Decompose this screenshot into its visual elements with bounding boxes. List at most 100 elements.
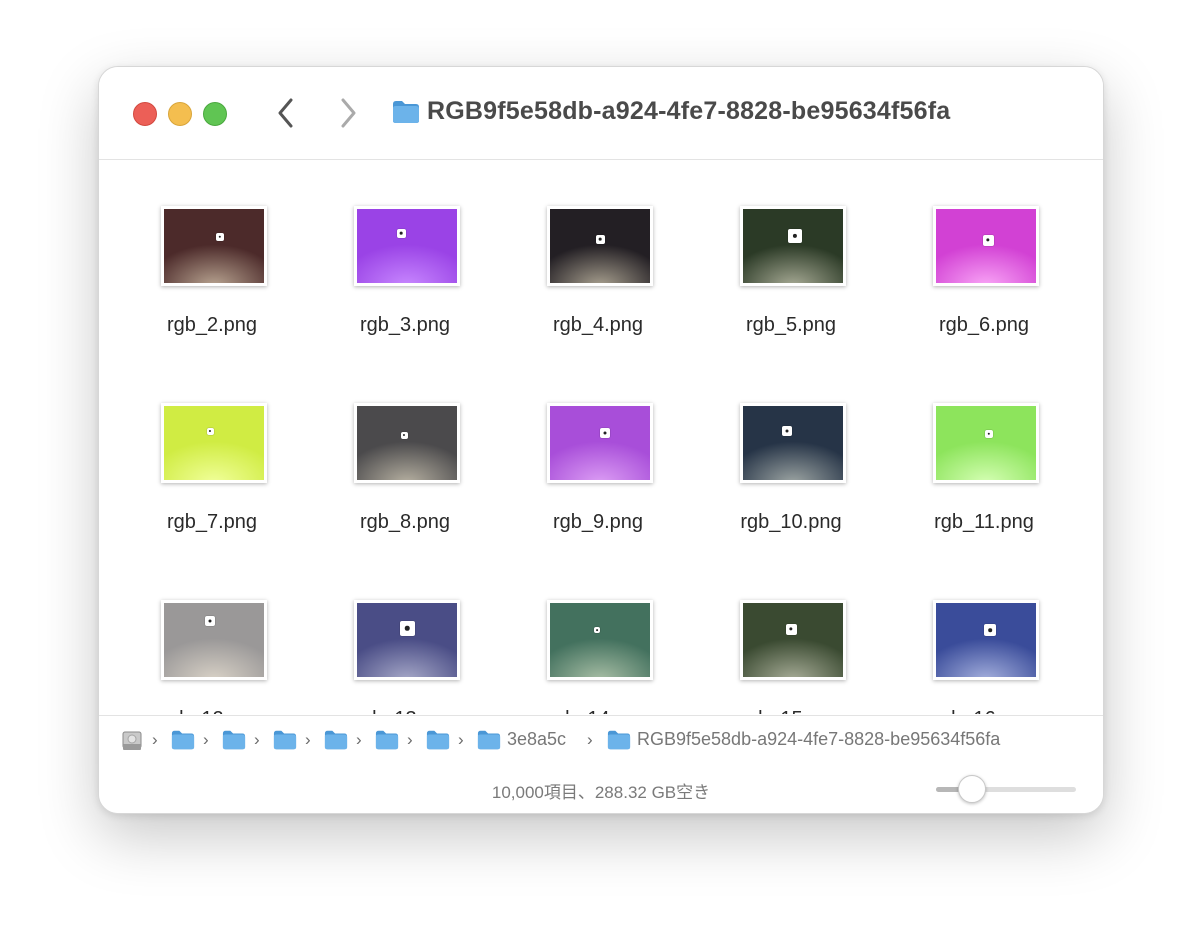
file-name: rgb_12.png: [117, 708, 307, 714]
dice-icon: [400, 431, 408, 439]
path-item[interactable]: [324, 729, 348, 753]
file-thumbnail: [740, 206, 846, 286]
file-item[interactable]: rgb_7.png: [117, 367, 307, 564]
close-button[interactable]: [133, 102, 157, 126]
path-separator-icon: ›: [587, 730, 593, 749]
file-item[interactable]: rgb_2.png: [117, 170, 307, 367]
file-item[interactable]: rgb_13.png: [310, 564, 500, 714]
dice-icon: [595, 234, 605, 244]
path-item[interactable]: RGB9f5e58db-a924-4fe7-8828-be95634f56fa: [607, 729, 1000, 753]
file-thumbnail: [354, 600, 460, 680]
path-item[interactable]: [375, 729, 399, 753]
documents-folder-icon: [273, 729, 297, 751]
folder-icon: [607, 729, 631, 751]
path-item[interactable]: [426, 729, 450, 753]
file-name: rgb_3.png: [359, 314, 451, 336]
dice-icon: [205, 616, 215, 626]
file-thumbnail: [933, 600, 1039, 680]
file-thumbnail: [740, 403, 846, 483]
file-name: rgb_13.png: [310, 708, 500, 714]
slider-knob[interactable]: [958, 775, 986, 803]
path-item-label: 3e8a5c: [507, 729, 567, 749]
dice-icon: [594, 627, 600, 633]
file-item[interactable]: rgb_16.png: [889, 564, 1079, 714]
file-thumbnail: [161, 600, 267, 680]
file-name: rgb_7.png: [166, 511, 258, 533]
file-thumbnail: [933, 403, 1039, 483]
folder-icon: [426, 729, 450, 751]
folder-icon: [375, 729, 399, 751]
dice-icon: [216, 233, 224, 241]
file-name: rgb_14.png: [503, 708, 693, 714]
dice-icon: [785, 623, 797, 635]
path-item[interactable]: [171, 729, 195, 753]
dice-icon: [206, 427, 214, 435]
file-thumbnail: [547, 600, 653, 680]
home-folder-icon: [222, 729, 246, 751]
file-grid[interactable]: rgb_2.png rgb_3.png rgb_4.png rgb_5.png rgb_…: [99, 160, 1103, 714]
file-name: rgb_11.png: [934, 511, 1034, 533]
file-name: rgb_8.png: [359, 511, 451, 533]
file-thumbnail: [161, 206, 267, 286]
window-title: RGB9f5e58db-a924-4fe7-8828-be95634f56fa: [427, 97, 951, 125]
file-item[interactable]: rgb_6.png: [889, 170, 1079, 367]
path-separator-icon: ›: [305, 730, 311, 749]
file-item[interactable]: rgb_11.png: [889, 367, 1079, 564]
file-item[interactable]: rgb_5.png: [696, 170, 886, 367]
icon-size-slider[interactable]: [936, 787, 1076, 792]
path-separator-icon: ›: [152, 730, 158, 749]
folder-icon: [392, 100, 420, 124]
dice-icon: [782, 426, 792, 436]
chevron-right-icon: [341, 98, 356, 128]
file-name: rgb_6.png: [938, 314, 1030, 336]
title-bar: RGB9f5e58db-a924-4fe7-8828-be95634f56fa: [99, 67, 1103, 160]
path-item[interactable]: [273, 729, 297, 753]
path-item[interactable]: [222, 729, 246, 753]
file-name: rgb_15.png: [696, 708, 886, 714]
dice-icon: [600, 428, 610, 438]
path-separator-icon: ›: [407, 730, 413, 749]
dice-icon: [399, 620, 415, 636]
file-name: rgb_10.png: [740, 511, 842, 533]
file-thumbnail: [933, 206, 1039, 286]
file-item[interactable]: rgb_9.png: [503, 367, 693, 564]
dice-icon: [985, 430, 993, 438]
path-bar: 3e8a5c RGB9f5e58db-a924-4fe7-8828-be95634…: [99, 715, 1103, 767]
file-thumbnail: [161, 403, 267, 483]
file-name: rgb_16.png: [889, 708, 1079, 714]
file-name: rgb_4.png: [552, 314, 644, 336]
file-thumbnail: [354, 206, 460, 286]
path-separator-icon: ›: [458, 730, 464, 749]
folder-icon: [324, 729, 348, 751]
user-folder-icon: [171, 729, 195, 751]
path-separator-icon: ›: [356, 730, 362, 749]
file-item[interactable]: rgb_15.png: [696, 564, 886, 714]
file-item[interactable]: rgb_12.png: [117, 564, 307, 714]
folder-icon: [477, 729, 501, 751]
path-item[interactable]: 3e8a5c: [477, 729, 566, 753]
path-item[interactable]: [120, 729, 144, 753]
file-name: rgb_2.png: [166, 314, 258, 336]
forward-button[interactable]: [331, 95, 365, 131]
minimize-button[interactable]: [168, 102, 192, 126]
file-item[interactable]: rgb_8.png: [310, 367, 500, 564]
file-thumbnail: [354, 403, 460, 483]
zoom-button[interactable]: [203, 102, 227, 126]
file-item[interactable]: rgb_14.png: [503, 564, 693, 714]
file-name: rgb_9.png: [552, 511, 644, 533]
status-bar: 10,000項目、288.32 GB空き: [99, 766, 1103, 813]
hard-drive-icon: [120, 729, 144, 753]
file-thumbnail: [547, 206, 653, 286]
chevron-left-icon: [278, 98, 293, 128]
file-thumbnail: [547, 403, 653, 483]
file-item[interactable]: rgb_4.png: [503, 170, 693, 367]
file-name: rgb_5.png: [745, 314, 837, 336]
file-item[interactable]: rgb_10.png: [696, 367, 886, 564]
dice-icon: [982, 234, 994, 246]
path-separator-icon: ›: [203, 730, 209, 749]
path-separator-icon: ›: [254, 730, 260, 749]
dice-icon: [396, 228, 406, 238]
file-item[interactable]: rgb_3.png: [310, 170, 500, 367]
path-item-label: RGB9f5e58db-a924-4fe7-8828-be95634f56fa: [637, 729, 1001, 749]
back-button[interactable]: [269, 95, 303, 131]
